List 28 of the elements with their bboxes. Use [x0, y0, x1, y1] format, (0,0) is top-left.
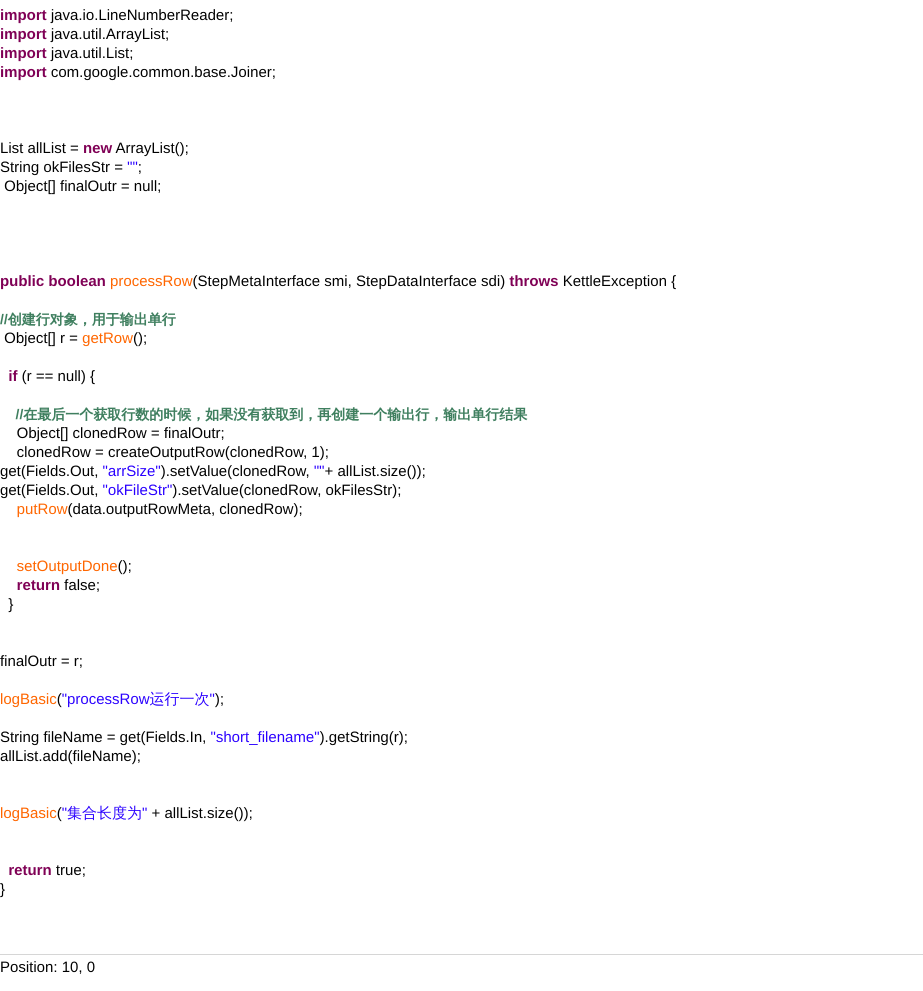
- code-line: Object[] r = getRow();: [3, 329, 148, 348]
- code-line: import java.io.LineNumberReader;: [0, 6, 234, 25]
- code-line: return false;: [16, 576, 102, 595]
- code-line: logBasic("processRow运行一次");: [0, 690, 226, 709]
- code-line: putRow(data.outputRowMeta, clonedRow);: [16, 500, 304, 519]
- code-line: String fileName = get(Fields.In, "short_filename").getString(r);: [0, 728, 409, 747]
- code-line: if (r == null) {: [7, 367, 96, 386]
- code-line: //在最后一个获取行数的时候，如果没有获取到，再创建一个输出行，输出单行结果: [14, 405, 528, 424]
- code-line: //创建行对象，用于输出单行: [0, 310, 177, 329]
- code-line: import java.util.ArrayList;: [0, 25, 170, 44]
- code-line: clonedRow = createOutputRow(clonedRow, 1);: [16, 443, 330, 462]
- code-line: get(Fields.Out, "okFileStr").setValue(clonedRow, okFilesStr);: [0, 481, 402, 500]
- code-line: Object[] clonedRow = finalOutr;: [16, 424, 226, 443]
- code-line: Object[] finalOutr = null;: [3, 177, 162, 196]
- code-line: get(Fields.Out, "arrSize").setValue(clonedRow, ""+ allList.size());: [0, 462, 427, 481]
- code-line: allList.add(fileName);: [0, 747, 142, 766]
- code-line: }: [7, 595, 14, 614]
- code-line: }: [0, 880, 6, 899]
- code-line: import java.util.List;: [0, 44, 134, 63]
- code-line: import com.google.common.base.Joiner;: [0, 63, 277, 82]
- code-line: return true;: [7, 861, 87, 880]
- code-line: setOutputDone();: [16, 557, 133, 576]
- code-line: String okFilesStr = "";: [0, 158, 143, 177]
- code-line: logBasic("集合长度为" + allList.size());: [0, 804, 254, 823]
- cursor-position: Position: 10, 0: [0, 959, 96, 976]
- code-line: finalOutr = r;: [0, 652, 84, 671]
- code-line: List allList = new ArrayList();: [0, 139, 190, 158]
- code-line: public boolean processRow(StepMetaInterface smi, StepDataInterface sdi) throws KettleException {: [0, 272, 678, 291]
